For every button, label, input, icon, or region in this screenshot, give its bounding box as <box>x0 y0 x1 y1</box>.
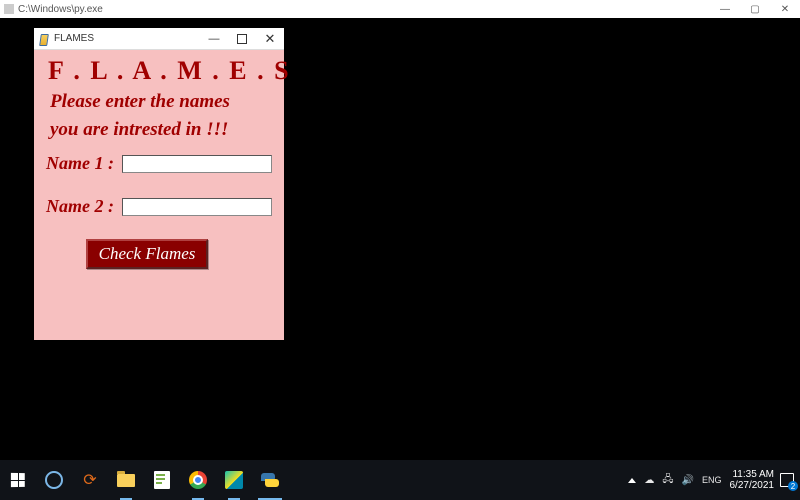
flames-window-title: FLAMES <box>54 33 94 44</box>
task-view-button[interactable]: ⟳ <box>72 460 108 500</box>
flames-minimize-button[interactable]: — <box>200 28 228 50</box>
flames-window-controls: — ✕ <box>200 28 284 50</box>
start-button[interactable] <box>0 460 36 500</box>
console-maximize-button[interactable]: ▢ <box>740 0 770 18</box>
instruction-line2: you are intrested in !!! <box>50 119 228 140</box>
system-tray[interactable]: ☁ 🖧 🔊 ENG <box>628 472 721 489</box>
taskbar: ⟳ <box>0 460 800 500</box>
console-window-controls: — ▢ ✕ <box>710 0 800 18</box>
volume-icon[interactable]: 🔊 <box>682 475 694 486</box>
file-explorer-icon <box>116 470 136 490</box>
taskbar-right: ☁ 🖧 🔊 ENG 11:35 AM 6/27/2021 2 <box>628 460 800 500</box>
flames-maximize-button[interactable] <box>228 28 256 50</box>
check-flames-button[interactable]: Check Flames <box>86 239 208 269</box>
console-app-icon <box>4 4 14 14</box>
instruction-line1: Please enter the names <box>50 91 230 112</box>
taskbar-clock[interactable]: 11:35 AM 6/27/2021 <box>730 469 775 492</box>
tray-overflow-icon[interactable] <box>628 478 636 483</box>
app-title: F . L . A . M . E . S <box>48 56 274 86</box>
windows-logo-icon <box>8 470 28 490</box>
chrome-taskbar[interactable] <box>180 460 216 500</box>
cortana-icon <box>44 470 64 490</box>
name1-input[interactable] <box>122 155 272 173</box>
flames-window: FLAMES — ✕ F . L . A . M . E . S Please … <box>34 28 284 340</box>
console-titlebar[interactable]: C:\Windows\py.exe — ▢ ✕ <box>0 0 800 18</box>
name2-label: Name 2 : <box>46 196 122 217</box>
console-title: C:\Windows\py.exe <box>18 4 103 15</box>
pycharm-taskbar[interactable] <box>216 460 252 500</box>
loop-icon: ⟳ <box>80 470 100 490</box>
network-icon[interactable]: 🖧 <box>662 472 673 489</box>
python-icon <box>260 470 280 490</box>
notepad-plus-taskbar[interactable] <box>144 460 180 500</box>
instruction-text: Please enter the names you are intrested… <box>50 88 274 143</box>
chrome-icon <box>188 470 208 490</box>
notepad-plus-icon <box>152 470 172 490</box>
name2-input[interactable] <box>122 198 272 216</box>
language-icon[interactable]: ENG <box>702 475 722 485</box>
flames-titlebar[interactable]: FLAMES — ✕ <box>34 28 284 50</box>
name1-label: Name 1 : <box>46 153 122 174</box>
notification-badge: 2 <box>788 481 798 491</box>
clock-date: 6/27/2021 <box>730 480 775 492</box>
console-minimize-button[interactable]: — <box>710 0 740 18</box>
pycharm-icon <box>224 470 244 490</box>
console-window: C:\Windows\py.exe — ▢ ✕ FLAMES — ✕ F . L… <box>0 0 800 460</box>
tk-feather-icon <box>38 33 50 45</box>
taskbar-left: ⟳ <box>0 460 288 500</box>
cortana-button[interactable] <box>36 460 72 500</box>
name2-row: Name 2 : <box>46 196 274 217</box>
console-close-button[interactable]: ✕ <box>770 0 800 18</box>
name1-row: Name 1 : <box>46 153 274 174</box>
onedrive-icon[interactable]: ☁ <box>644 475 654 486</box>
python-taskbar[interactable] <box>252 460 288 500</box>
flames-close-button[interactable]: ✕ <box>256 28 284 50</box>
flames-body: F . L . A . M . E . S Please enter the n… <box>34 50 284 340</box>
file-explorer-taskbar[interactable] <box>108 460 144 500</box>
action-center-button[interactable]: 2 <box>780 473 794 487</box>
clock-time: 11:35 AM <box>730 469 775 481</box>
